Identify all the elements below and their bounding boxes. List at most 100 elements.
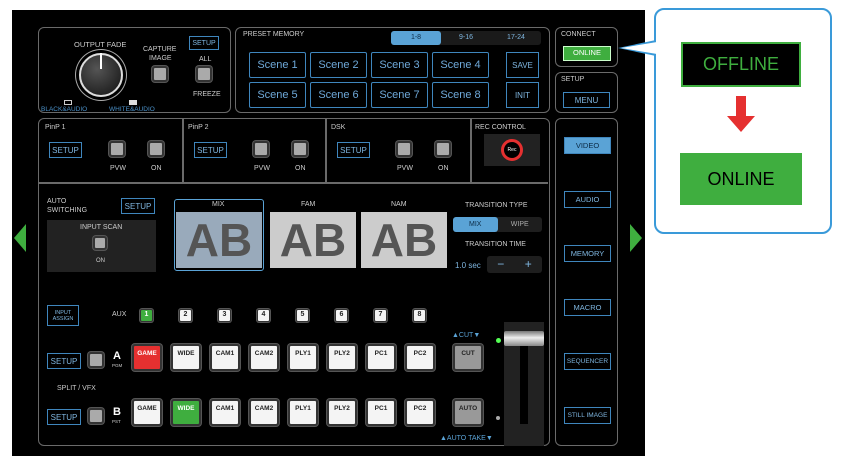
bus-a-input-wide[interactable]: WIDE [171, 344, 201, 371]
aux-button-8[interactable]: 8 [413, 309, 426, 322]
online-example: ONLINE [680, 153, 802, 205]
pinp1-setup-button[interactable]: SETUP [49, 142, 82, 158]
bus-a-input-cam2[interactable]: CAM2 [249, 344, 279, 371]
auto-take-label: ▲AUTO TAKE▼ [440, 435, 493, 442]
bus-b-input-cam1[interactable]: CAM1 [210, 399, 240, 426]
split-vfx-label: SPLIT / VFX [57, 385, 96, 392]
bus-b-input-ply1[interactable]: PLY1 [288, 399, 318, 426]
dsk-setup-button[interactable]: SETUP [337, 142, 370, 158]
cut-label: ▲CUT▼ [452, 332, 481, 339]
online-status-button[interactable]: ONLINE [563, 46, 611, 61]
output-fade-knob[interactable] [79, 53, 123, 97]
bus-a-input-game[interactable]: GAME [132, 344, 162, 371]
t-bar-handle[interactable] [504, 331, 544, 346]
pinp1-pvw-button[interactable] [109, 141, 125, 157]
dsk-pvw-button[interactable] [396, 141, 412, 157]
tab-bank-1-8[interactable]: 1-8 [391, 31, 441, 45]
auto-switching-setup-button[interactable]: SETUP [121, 198, 155, 214]
aux-button-7[interactable]: 7 [374, 309, 387, 322]
auto-button[interactable]: AUTO [453, 399, 483, 426]
scene-1-button[interactable]: Scene 1 [249, 52, 306, 78]
bus-a-input-ply2[interactable]: PLY2 [327, 344, 357, 371]
bus-b-input-wide[interactable]: WIDE [171, 399, 201, 426]
previous-page-arrow-icon[interactable] [14, 224, 26, 252]
white-audio-label: WHITE&AUDIO [109, 106, 155, 113]
black-indicator-icon [64, 100, 72, 105]
nav-memory[interactable]: MEMORY [564, 245, 611, 262]
menu-button[interactable]: MENU [563, 92, 610, 108]
setup-title: SETUP [561, 76, 585, 83]
aux-button-2[interactable]: 2 [179, 309, 192, 322]
nav-still-image[interactable]: STILL IMAGE [564, 407, 611, 424]
scene-8-button[interactable]: Scene 8 [432, 82, 489, 108]
bus-a-input-ply1[interactable]: PLY1 [288, 344, 318, 371]
bus-a-setup-button[interactable]: SETUP [47, 353, 81, 369]
pinp2-pvw-button[interactable] [253, 141, 269, 157]
next-page-arrow-icon[interactable] [630, 224, 642, 252]
category-nav-panel: VIDEO AUDIO MEMORY MACRO SEQUENCER STILL… [555, 118, 618, 446]
bus-b-input-pc1[interactable]: PC1 [366, 399, 396, 426]
scene-2-button[interactable]: Scene 2 [310, 52, 367, 78]
bus-b-input-game[interactable]: GAME [132, 399, 162, 426]
aux-button-4[interactable]: 4 [257, 309, 270, 322]
bus-b-setup-button[interactable]: SETUP [47, 409, 81, 425]
pinp1-on-button[interactable] [148, 141, 164, 157]
bus-a-input-cam1[interactable]: CAM1 [210, 344, 240, 371]
transition-time-title: TRANSITION TIME [465, 241, 526, 248]
pinp2-pvw-label: PVW [254, 165, 270, 172]
auto-switching-title-1: AUTO [47, 198, 67, 205]
capture-image-button[interactable] [152, 66, 168, 82]
freeze-all-button[interactable] [196, 66, 212, 82]
nav-video[interactable]: VIDEO [564, 137, 611, 154]
setup-panel: SETUP MENU [555, 72, 618, 113]
cut-button[interactable]: CUT [453, 344, 483, 371]
aux-button-5[interactable]: 5 [296, 309, 309, 322]
pinp1-on-label: ON [151, 165, 162, 172]
transition-type-toggle: MIX WIPE [453, 217, 542, 232]
init-button[interactable]: INIT [506, 82, 539, 108]
fam-thumbnail[interactable]: AB [270, 212, 356, 268]
nav-macro[interactable]: MACRO [564, 299, 611, 316]
rec-button[interactable]: Rec [501, 139, 523, 161]
tab-bank-17-24[interactable]: 17-24 [491, 31, 541, 45]
nav-sequencer[interactable]: SEQUENCER [564, 353, 611, 370]
pinp1-pvw-label: PVW [110, 165, 126, 172]
transition-mix-button[interactable]: MIX [453, 217, 498, 232]
nav-audio[interactable]: AUDIO [564, 191, 611, 208]
aux-button-6[interactable]: 6 [335, 309, 348, 322]
freeze-setup-button[interactable]: SETUP [189, 36, 219, 50]
bus-b-split-button[interactable] [88, 408, 104, 424]
bus-b-input-pc2[interactable]: PC2 [405, 399, 435, 426]
preset-memory-title: PRESET MEMORY [243, 31, 305, 38]
input-scan-button[interactable] [93, 236, 107, 250]
aux-button-1[interactable]: 1 [140, 309, 153, 322]
bus-b-input-cam2[interactable]: CAM2 [249, 399, 279, 426]
scene-3-button[interactable]: Scene 3 [371, 52, 428, 78]
rec-button-area: Rec [484, 134, 540, 166]
connect-title: CONNECT [561, 31, 596, 38]
transition-time-stepper: − + [487, 256, 542, 273]
pinp2-setup-button[interactable]: SETUP [194, 142, 227, 158]
aux-button-3[interactable]: 3 [218, 309, 231, 322]
nam-thumbnail[interactable]: AB [361, 212, 447, 268]
scene-5-button[interactable]: Scene 5 [249, 82, 306, 108]
save-button[interactable]: SAVE [506, 52, 539, 78]
bus-a-input-pc2[interactable]: PC2 [405, 344, 435, 371]
input-assign-button[interactable]: INPUT ASSIGN [47, 305, 79, 326]
bus-a-input-pc1[interactable]: PC1 [366, 344, 396, 371]
transition-wipe-button[interactable]: WIPE [498, 217, 543, 232]
time-increase-button[interactable]: + [515, 256, 543, 273]
time-decrease-button[interactable]: − [487, 256, 515, 273]
white-indicator-icon [129, 100, 137, 105]
scene-4-button[interactable]: Scene 4 [432, 52, 489, 78]
dsk-on-button[interactable] [435, 141, 451, 157]
tab-bank-9-16[interactable]: 9-16 [441, 31, 491, 45]
pinp2-on-button[interactable] [292, 141, 308, 157]
transition-time-value: 1.0 sec [455, 261, 481, 270]
image-label: IMAGE [149, 55, 172, 62]
scene-7-button[interactable]: Scene 7 [371, 82, 428, 108]
bus-a-split-button[interactable] [88, 352, 104, 368]
input-scan-panel: INPUT SCAN ON [47, 220, 156, 272]
scene-6-button[interactable]: Scene 6 [310, 82, 367, 108]
bus-b-input-ply2[interactable]: PLY2 [327, 399, 357, 426]
